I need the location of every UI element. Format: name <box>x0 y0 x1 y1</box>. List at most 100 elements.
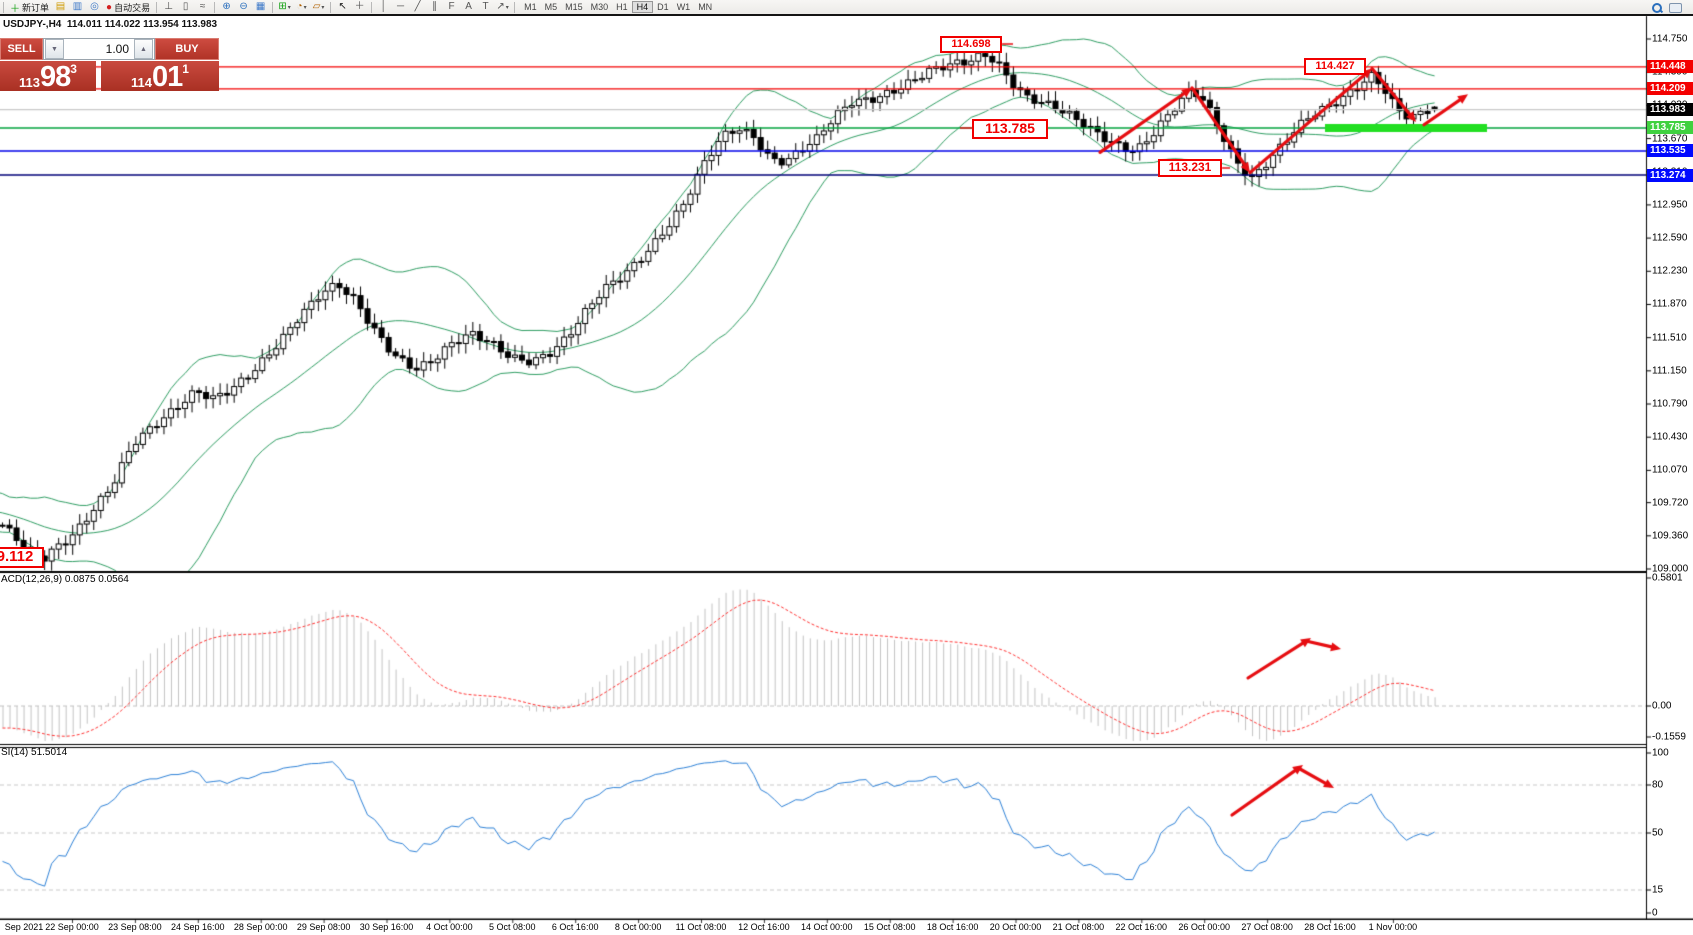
chart-canvas[interactable] <box>0 0 1693 935</box>
toolbar-separator <box>214 2 215 13</box>
time-axis-label: 29 Sep 08:00 <box>297 922 351 932</box>
search-icon[interactable] <box>1650 1 1663 14</box>
time-axis-label: 28 Oct 16:00 <box>1304 922 1356 932</box>
buy-price-point: 1 <box>182 63 189 75</box>
horizontal-line-icon[interactable]: ─ <box>392 1 409 14</box>
sell-price-figure: 113 <box>19 75 40 90</box>
fibonacci-icon[interactable]: F <box>443 1 460 14</box>
timeframe-button-m5[interactable]: M5 <box>541 1 562 13</box>
time-axis-label: 22 Oct 16:00 <box>1116 922 1168 932</box>
zoom-out-icon[interactable]: ⊖ <box>235 1 252 14</box>
price-badge: 113.785 <box>1647 121 1693 134</box>
dropdown-caret-icon[interactable]: ▾ <box>304 5 307 11</box>
chart-title: USDJPY-,H4 114.011 114.022 113.954 113.9… <box>3 19 217 30</box>
line-chart-icon[interactable]: ≈ <box>194 1 211 14</box>
new-order-button-label: 新订单 <box>22 1 49 14</box>
toolbar-separator <box>272 2 273 13</box>
chat-icon[interactable]: 1 <box>1669 1 1685 14</box>
timeframe-button-h4[interactable]: H4 <box>632 1 654 13</box>
toolbar: ＋新订单▤▥◎●自动交易⊥▯≈⊕⊖▦⊞▾◔▾▱▾↖＋│─╱∥FAT↗▾M1M5M… <box>0 0 1693 16</box>
toolbar-separator <box>514 2 515 13</box>
time-axis-label: 14 Oct 00:00 <box>801 922 853 932</box>
dropdown-caret-icon[interactable]: ▾ <box>506 5 509 11</box>
templates-icon[interactable]: ▱▾ <box>310 1 327 14</box>
timeframe-button-mn[interactable]: MN <box>694 1 716 13</box>
sell-price-point: 3 <box>70 63 77 75</box>
sell-button[interactable]: SELL <box>0 38 43 60</box>
mt4-terminal: { "window": { "title_overlay": "USDJPY-,… <box>0 0 1693 935</box>
bar-chart-icon[interactable]: ⊥ <box>160 1 177 14</box>
toolbar-separator <box>3 2 4 13</box>
data-window-icon[interactable]: ▥ <box>69 1 86 14</box>
price-badge: 113.983 <box>1647 103 1693 116</box>
autotrading-button[interactable]: ●自动交易 <box>103 1 153 14</box>
new-chart-icon[interactable]: ⊞▾ <box>276 1 293 14</box>
buy-button[interactable]: BUY <box>155 38 219 60</box>
volume-value[interactable]: 1.00 <box>65 42 133 56</box>
macd-axis-tick: 0.5801 <box>1652 573 1683 584</box>
price-annotation-box[interactable]: 9.112 <box>0 547 44 568</box>
rsi-axis-tick: 50 <box>1652 828 1663 839</box>
price-annotation-box[interactable]: 113.231 <box>1158 159 1222 177</box>
timeframe-button-d1[interactable]: D1 <box>653 1 673 13</box>
price-axis-tick: 110.790 <box>1652 399 1687 410</box>
time-axis-label: Sep 2021 <box>5 922 44 932</box>
price-axis-tick: 112.230 <box>1652 266 1687 277</box>
price-badge: 114.448 <box>1647 60 1693 73</box>
time-axis-label: 12 Oct 16:00 <box>738 922 790 932</box>
signals-icon[interactable]: ◎ <box>86 1 103 14</box>
zoom-in-icon[interactable]: ⊕ <box>218 1 235 14</box>
time-axis-label: 1 Nov 00:00 <box>1369 922 1418 932</box>
new-order-icon: ＋ <box>10 0 20 15</box>
price-axis-tick: 112.590 <box>1652 233 1687 244</box>
text-label-icon[interactable]: T <box>477 1 494 14</box>
timeframe-button-m15[interactable]: M15 <box>561 1 587 13</box>
timeframe-button-w1[interactable]: W1 <box>673 1 695 13</box>
time-axis-label: 30 Sep 16:00 <box>360 922 414 932</box>
equidistant-channel-icon[interactable]: ∥ <box>426 1 443 14</box>
toolbar-separator <box>371 2 372 13</box>
time-axis-label: 21 Oct 08:00 <box>1053 922 1105 932</box>
macd-indicator-label: ACD(12,26,9) 0.0875 0.0564 <box>1 574 129 585</box>
price-axis-tick: 111.870 <box>1652 299 1687 310</box>
rsi-axis-tick: 0 <box>1652 908 1658 919</box>
rsi-indicator-label: SI(14) 51.5014 <box>1 747 67 758</box>
vertical-line-icon[interactable]: │ <box>375 1 392 14</box>
timeframe-button-h1[interactable]: H1 <box>612 1 632 13</box>
price-annotation-box[interactable]: 114.698 <box>940 36 1002 53</box>
trendline-icon[interactable]: ╱ <box>409 1 426 14</box>
time-axis-label: 28 Sep 00:00 <box>234 922 288 932</box>
timeframe-button-m30[interactable]: M30 <box>587 1 613 13</box>
one-click-trading-panel: SELL ▼ 1.00 ▲ BUY 113983 114011 <box>0 38 219 91</box>
price-axis-tick: 110.070 <box>1652 465 1687 476</box>
arrows-icon[interactable]: ↗▾ <box>494 1 511 14</box>
toolbar-separator <box>330 2 331 13</box>
tile-windows-icon[interactable]: ▦ <box>252 1 269 14</box>
time-axis-label: 20 Oct 00:00 <box>990 922 1042 932</box>
time-axis-label: 23 Sep 08:00 <box>108 922 162 932</box>
sell-price[interactable]: 113983 <box>0 61 96 91</box>
price-annotation-box[interactable]: 113.785 <box>972 119 1048 139</box>
rsi-axis-tick: 15 <box>1652 885 1663 896</box>
timeframe-toolbar: M1M5M15M30H1H4D1W1MN <box>520 1 716 14</box>
time-axis-label: 22 Sep 00:00 <box>45 922 99 932</box>
time-axis-label: 18 Oct 16:00 <box>927 922 979 932</box>
buy-price[interactable]: 114011 <box>101 61 219 91</box>
new-order-button[interactable]: ＋新订单 <box>7 1 52 14</box>
time-axis-label: 26 Oct 00:00 <box>1178 922 1230 932</box>
crosshair-icon[interactable]: ＋ <box>351 1 368 14</box>
candlestick-chart-icon[interactable]: ▯ <box>177 1 194 14</box>
volume-increase-button[interactable]: ▲ <box>134 39 153 59</box>
price-annotation-box[interactable]: 114.427 <box>1304 58 1366 75</box>
rsi-axis-tick: 100 <box>1652 748 1669 759</box>
dropdown-caret-icon[interactable]: ▾ <box>321 5 324 11</box>
timeframe-button-m1[interactable]: M1 <box>520 1 541 13</box>
text-icon[interactable]: A <box>460 1 477 14</box>
volume-decrease-button[interactable]: ▼ <box>45 39 64 59</box>
cursor-icon[interactable]: ↖ <box>334 1 351 14</box>
price-badge: 113.535 <box>1647 144 1693 157</box>
price-axis-tick: 111.510 <box>1652 332 1687 343</box>
dropdown-caret-icon[interactable]: ▾ <box>288 5 291 11</box>
market-watch-icon[interactable]: ▤ <box>52 1 69 14</box>
profiles-icon[interactable]: ◔▾ <box>293 1 310 14</box>
